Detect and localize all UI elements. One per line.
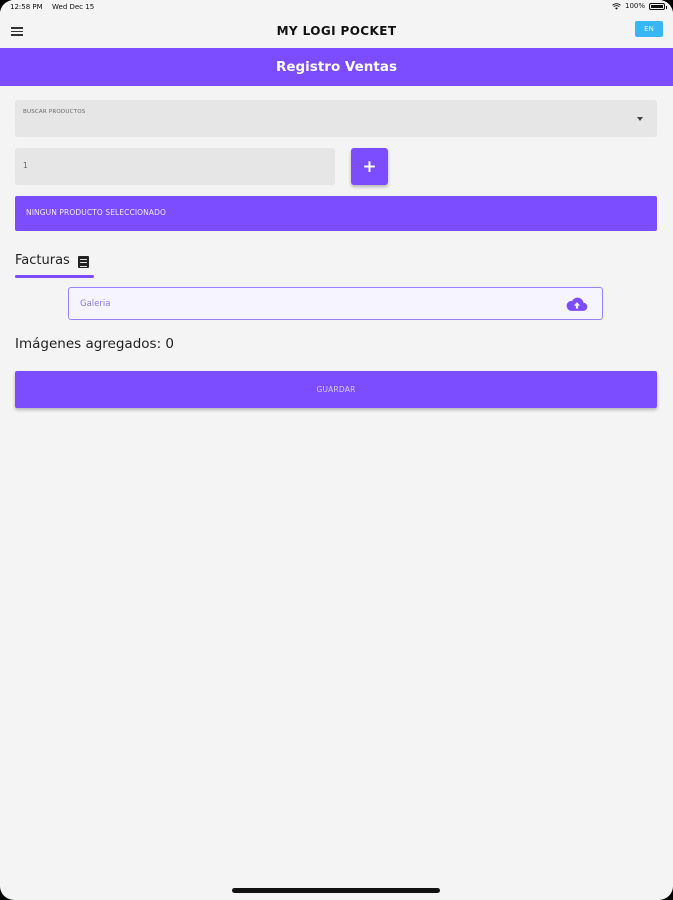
wifi-icon xyxy=(612,2,621,10)
page-title: Registro Ventas xyxy=(0,48,673,86)
app-bar: MY LOGI POCKET EN xyxy=(0,14,673,48)
receipt-icon xyxy=(78,256,89,268)
status-bar: 12:58 PM Wed Dec 15 100% xyxy=(0,0,673,14)
dropdown-caret-icon xyxy=(637,117,643,121)
product-search-select[interactable]: BUSCAR PRODUCTOS xyxy=(15,100,657,137)
quantity-input[interactable]: 1 xyxy=(15,148,335,185)
status-right: 100% xyxy=(612,2,667,10)
battery-percent: 100% xyxy=(624,2,645,10)
cloud-upload-icon[interactable] xyxy=(566,296,588,312)
app-screen: 12:58 PM Wed Dec 15 100% MY LOGI POCKET … xyxy=(0,0,673,900)
tab-facturas-label: Facturas xyxy=(15,253,70,268)
quantity-value: 1 xyxy=(23,161,28,170)
tab-facturas[interactable]: Facturas xyxy=(15,252,94,278)
add-product-button[interactable]: + xyxy=(351,148,388,185)
images-count-text: Imágenes agregados: 0 xyxy=(15,336,175,352)
status-date: Wed Dec 15 xyxy=(52,3,95,11)
selected-product-banner: NINGUN PRODUCTO SELECCIONADO xyxy=(15,196,657,231)
gallery-upload-field[interactable]: Galeria xyxy=(68,287,603,320)
home-indicator[interactable] xyxy=(232,888,440,893)
gallery-label: Galeria xyxy=(80,299,111,309)
app-title: MY LOGI POCKET xyxy=(276,24,397,38)
no-product-text: NINGUN PRODUCTO SELECCIONADO xyxy=(26,208,166,217)
battery-icon xyxy=(649,2,667,10)
status-time: 12:58 PM xyxy=(10,3,43,11)
tab-active-indicator xyxy=(15,275,94,278)
product-search-label: BUSCAR PRODUCTOS xyxy=(23,109,86,115)
language-button[interactable]: EN xyxy=(635,21,663,37)
save-button[interactable]: GUARDAR xyxy=(15,371,657,408)
